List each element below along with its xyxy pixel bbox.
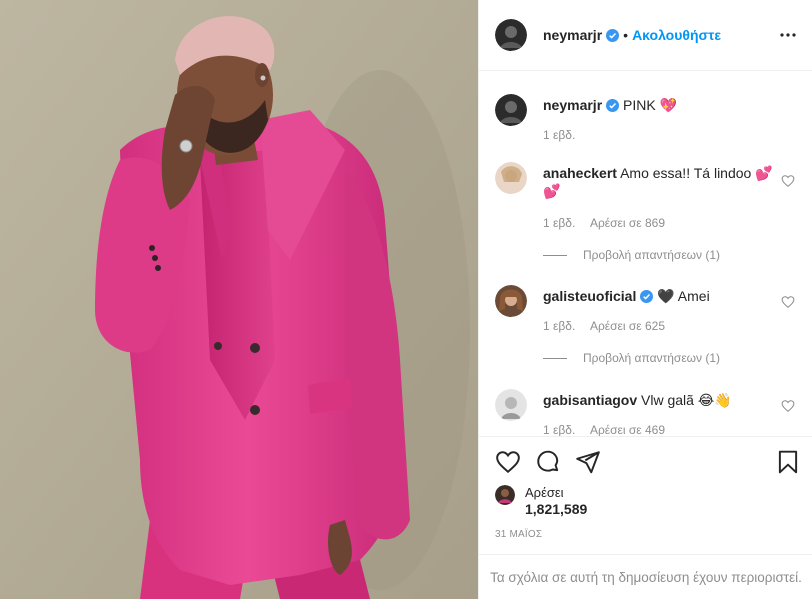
comment-time[interactable]: 1 εβδ. <box>543 423 575 436</box>
comment-likes[interactable]: Αρέσει σε 625 <box>590 319 665 333</box>
comment-text: Vlw galã 😂👋 <box>641 392 732 408</box>
avatar[interactable] <box>495 162 527 194</box>
verified-badge-icon <box>606 99 620 112</box>
post-header: neymarjr • Ακολουθήστε <box>479 0 812 71</box>
likes-summary: Αρέσει 1,821,589 <box>495 485 587 517</box>
separator-dot: • <box>623 27 629 43</box>
comment-time[interactable]: 1 εβδ. <box>543 216 575 230</box>
view-replies-button[interactable]: Προβολή απαντήσεων (1) <box>543 351 720 365</box>
comment-text-block: galisteuoficial 🖤 Amei <box>543 287 773 305</box>
avatar[interactable] <box>495 389 527 421</box>
bookmark-icon[interactable] <box>775 449 801 475</box>
comment-likes[interactable]: Αρέσει σε 469 <box>590 423 665 436</box>
post-sidebar: neymarjr • Ακολουθήστε neymarjr PINK 💖 1… <box>478 0 812 599</box>
likes-count[interactable]: 1,821,589 <box>525 501 587 517</box>
comment-item: gabisantiagov Vlw galã 😂👋 1 εβδ. Αρέσει … <box>495 389 795 436</box>
post-image[interactable] <box>0 0 478 599</box>
post-actions: Αρέσει 1,821,589 31 ΜΑΪΟΣ Τα σχόλια σε α… <box>479 436 812 599</box>
avatar[interactable] <box>495 19 527 51</box>
follow-button[interactable]: Ακολουθήστε <box>632 27 721 43</box>
view-replies-label: Προβολή απαντήσεων (1) <box>583 351 721 365</box>
post-photo <box>0 0 478 599</box>
post-date[interactable]: 31 ΜΑΪΟΣ <box>495 529 542 540</box>
like-comment-heart-icon[interactable] <box>781 399 795 413</box>
comments-restricted-notice: Τα σχόλια σε αυτή τη δημοσίευση έχουν πε… <box>479 554 812 599</box>
comments-list[interactable]: neymarjr PINK 💖 1 εβδ. anaheckert Amo es… <box>479 72 812 436</box>
comment-time[interactable]: 1 εβδ. <box>543 319 575 333</box>
likes-text: Αρέσει 1,821,589 <box>525 485 587 517</box>
like-comment-heart-icon[interactable] <box>781 295 795 309</box>
caption-meta: 1 εβδ. <box>543 128 587 142</box>
heart-icon[interactable] <box>495 449 521 475</box>
verified-badge-icon <box>640 290 654 303</box>
caption: neymarjr PINK 💖 1 εβδ. <box>495 94 795 150</box>
comment-meta: 1 εβδ. Αρέσει σε 625 <box>543 319 677 333</box>
replies-divider <box>543 357 567 359</box>
avatar[interactable] <box>495 485 515 505</box>
comment-item: galisteuoficial 🖤 Amei 1 εβδ. Αρέσει σε … <box>495 285 795 385</box>
comment-username[interactable]: neymarjr <box>543 97 602 113</box>
comment-meta: 1 εβδ. Αρέσει σε 469 <box>543 423 677 436</box>
comment-likes[interactable]: Αρέσει σε 869 <box>590 216 665 230</box>
comment-username[interactable]: anaheckert <box>543 165 617 181</box>
comment-item: anaheckert Amo essa!! Tá lindoo 💕💕 1 εβδ… <box>495 162 795 272</box>
action-bar <box>495 449 798 477</box>
comment-username[interactable]: gabisantiagov <box>543 392 637 408</box>
avatar[interactable] <box>495 285 527 317</box>
share-icon[interactable] <box>575 449 601 475</box>
view-replies-label: Προβολή απαντήσεων (1) <box>583 248 721 262</box>
caption-text: neymarjr PINK 💖 <box>543 96 773 114</box>
verified-badge-icon <box>606 28 620 42</box>
comment-text-block: gabisantiagov Vlw galã 😂👋 <box>543 391 773 409</box>
likes-label: Αρέσει <box>525 485 564 500</box>
replies-divider <box>543 254 567 256</box>
comment-text: PINK 💖 <box>623 97 678 113</box>
comment-text: 🖤 Amei <box>657 288 710 304</box>
comment-icon[interactable] <box>535 449 561 475</box>
avatar[interactable] <box>495 94 527 126</box>
comment-meta: 1 εβδ. Αρέσει σε 869 <box>543 216 677 230</box>
comment-time[interactable]: 1 εβδ. <box>543 128 575 142</box>
more-options-icon[interactable] <box>779 26 797 44</box>
like-comment-heart-icon[interactable] <box>781 174 795 188</box>
header-username[interactable]: neymarjr <box>543 27 602 43</box>
comment-username[interactable]: galisteuoficial <box>543 288 636 304</box>
view-replies-button[interactable]: Προβολή απαντήσεων (1) <box>543 248 720 262</box>
comment-text-block: anaheckert Amo essa!! Tá lindoo 💕💕 <box>543 164 773 200</box>
